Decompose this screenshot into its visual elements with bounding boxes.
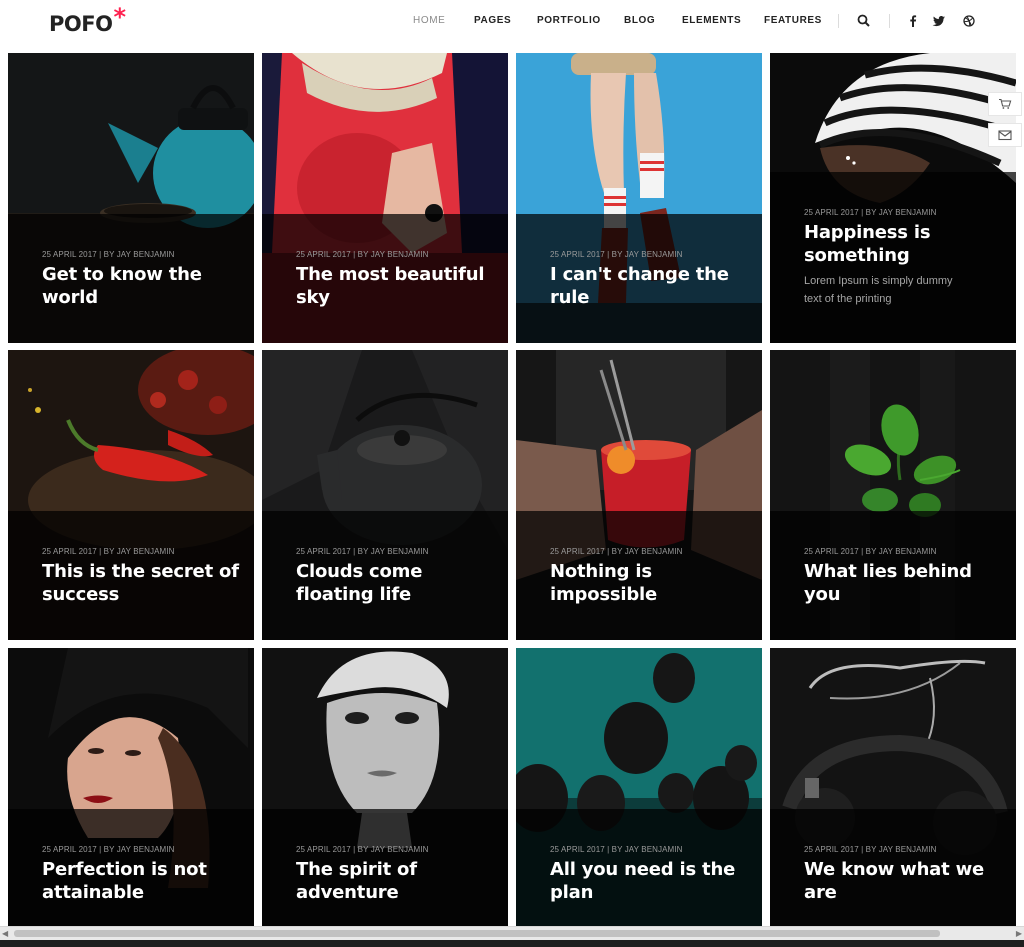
- blog-post-card[interactable]: 25 APRIL 2017 | BY JAY BENJAMIN The spir…: [262, 648, 508, 938]
- post-meta: 25 APRIL 2017 | BY JAY BENJAMIN: [804, 845, 937, 854]
- blog-post-card[interactable]: 25 APRIL 2017 | BY JAY BENJAMIN We know …: [770, 648, 1016, 938]
- logo-star-mark: *: [113, 3, 126, 31]
- post-meta: 25 APRIL 2017 | BY JAY BENJAMIN: [804, 208, 937, 217]
- post-title[interactable]: Happiness is something: [804, 221, 1004, 267]
- post-title[interactable]: Clouds come floating life: [296, 560, 496, 606]
- blog-post-card[interactable]: 25 APRIL 2017 | BY JAY BENJAMIN Happines…: [770, 53, 1016, 343]
- cart-button[interactable]: [988, 92, 1022, 116]
- nav-blog[interactable]: BLOG: [624, 15, 655, 26]
- blog-post-card[interactable]: 25 APRIL 2017 | BY JAY BENJAMIN All you …: [516, 648, 762, 938]
- blog-post-card[interactable]: 25 APRIL 2017 | BY JAY BENJAMIN This is …: [8, 350, 254, 640]
- blog-post-card[interactable]: 25 APRIL 2017 | BY JAY BENJAMIN Get to k…: [8, 53, 254, 343]
- post-title[interactable]: Perfection is not attainable: [42, 858, 242, 904]
- post-title[interactable]: We know what we are: [804, 858, 1004, 904]
- post-title[interactable]: The spirit of adventure: [296, 858, 496, 904]
- mail-button[interactable]: [988, 123, 1022, 147]
- dribbble-icon[interactable]: [962, 13, 976, 29]
- post-meta: 25 APRIL 2017 | BY JAY BENJAMIN: [296, 547, 429, 556]
- blog-post-card[interactable]: 25 APRIL 2017 | BY JAY BENJAMIN Perfecti…: [8, 648, 254, 938]
- cart-icon: [999, 98, 1012, 109]
- post-title[interactable]: The most beautiful sky: [296, 263, 496, 309]
- post-title[interactable]: Nothing is impossible: [550, 560, 750, 606]
- post-meta: 25 APRIL 2017 | BY JAY BENJAMIN: [550, 845, 683, 854]
- mail-icon: [998, 130, 1012, 141]
- post-meta: 25 APRIL 2017 | BY JAY BENJAMIN: [42, 845, 175, 854]
- site-header: POFO* HOME PAGES PORTFOLIO BLOG ELEMENTS…: [0, 0, 1024, 44]
- post-meta: 25 APRIL 2017 | BY JAY BENJAMIN: [804, 547, 937, 556]
- horizontal-scrollbar[interactable]: ◀ ▶: [0, 926, 1024, 940]
- nav-features[interactable]: FEATURES: [764, 15, 822, 26]
- post-meta: 25 APRIL 2017 | BY JAY BENJAMIN: [42, 547, 175, 556]
- post-meta: 25 APRIL 2017 | BY JAY BENJAMIN: [296, 845, 429, 854]
- scroll-left-icon[interactable]: ◀: [2, 929, 8, 938]
- facebook-icon[interactable]: [906, 13, 920, 29]
- scrollbar-thumb[interactable]: [14, 930, 940, 937]
- post-title[interactable]: This is the secret of success: [42, 560, 242, 606]
- nav-divider: [889, 14, 890, 28]
- blog-post-card[interactable]: 25 APRIL 2017 | BY JAY BENJAMIN Clouds c…: [262, 350, 508, 640]
- twitter-icon[interactable]: [932, 13, 946, 29]
- post-title[interactable]: All you need is the plan: [550, 858, 750, 904]
- post-excerpt: Lorem Ipsum is simply dummy text of the …: [804, 275, 953, 305]
- taskbar-strip: [0, 940, 1024, 947]
- search-icon[interactable]: [857, 13, 871, 29]
- site-logo[interactable]: POFO*: [49, 3, 126, 37]
- nav-portfolio[interactable]: PORTFOLIO: [537, 15, 601, 26]
- nav-home[interactable]: HOME: [413, 15, 445, 26]
- post-title[interactable]: I can't change the rule: [550, 263, 750, 309]
- post-title[interactable]: Get to know the world: [42, 263, 242, 309]
- nav-pages[interactable]: PAGES: [474, 15, 511, 26]
- nav-divider: [838, 14, 839, 28]
- blog-post-card[interactable]: 25 APRIL 2017 | BY JAY BENJAMIN What lie…: [770, 350, 1016, 640]
- blog-post-card[interactable]: 25 APRIL 2017 | BY JAY BENJAMIN Nothing …: [516, 350, 762, 640]
- blog-post-card[interactable]: 25 APRIL 2017 | BY JAY BENJAMIN The most…: [262, 53, 508, 343]
- post-title[interactable]: What lies behind you: [804, 560, 1004, 606]
- scroll-right-icon[interactable]: ▶: [1016, 929, 1022, 938]
- post-meta: 25 APRIL 2017 | BY JAY BENJAMIN: [42, 250, 175, 259]
- post-meta: 25 APRIL 2017 | BY JAY BENJAMIN: [296, 250, 429, 259]
- blog-post-card[interactable]: 25 APRIL 2017 | BY JAY BENJAMIN I can't …: [516, 53, 762, 343]
- post-meta: 25 APRIL 2017 | BY JAY BENJAMIN: [550, 250, 683, 259]
- nav-elements[interactable]: ELEMENTS: [682, 15, 741, 26]
- post-meta: 25 APRIL 2017 | BY JAY BENJAMIN: [550, 547, 683, 556]
